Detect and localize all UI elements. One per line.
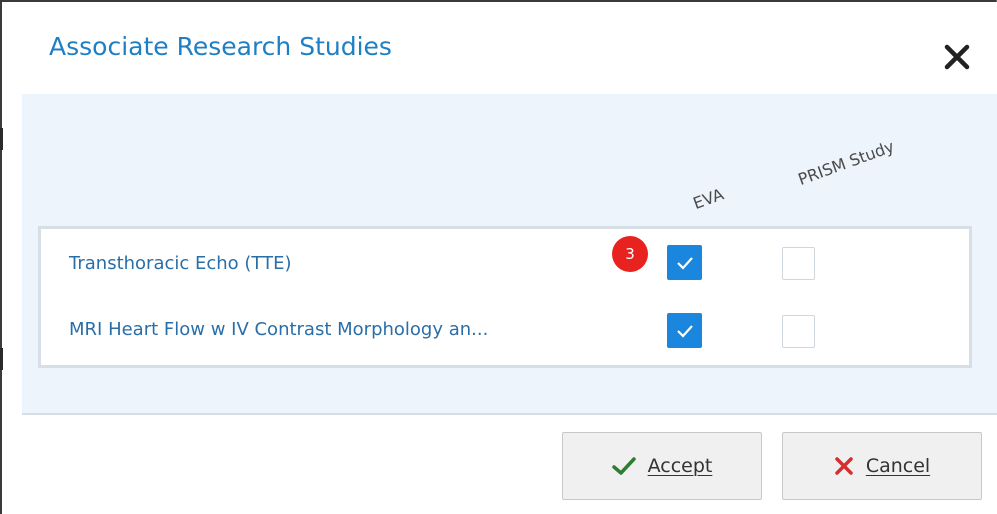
x-icon [834,456,854,476]
dialog-title: Associate Research Studies [49,32,392,61]
prism-study-checkbox[interactable] [782,247,815,280]
accept-button-label: Accept [647,455,713,477]
column-header-eva: EVA [690,184,727,213]
row-label: MRI Heart Flow w IV Contrast Morphology … [69,319,489,340]
table-row: Transthoracic Echo (TTE) 3 [41,229,969,295]
cancel-button-label: Cancel [865,455,931,477]
checkmark-icon [676,256,693,270]
eva-checkbox[interactable] [667,245,702,280]
dialog-title-bar: Associate Research Studies [22,2,997,94]
eva-checkbox[interactable] [667,313,702,348]
cancel-button[interactable]: Cancel [782,432,982,500]
background-edge-mark [0,348,3,370]
window-left-border [0,0,2,514]
checkmark-icon [611,456,636,476]
dialog-body: EVA PRISM Study Transthoracic Echo (TTE)… [22,94,997,415]
column-header-prism-study: PRISM Study [795,136,897,189]
table-row: MRI Heart Flow w IV Contrast Morphology … [41,297,969,363]
dialog-footer: Accept Cancel [22,415,997,514]
associate-research-studies-dialog: Associate Research Studies EVA PRISM Stu… [22,2,997,514]
accept-button[interactable]: Accept [562,432,762,500]
background-edge-mark [0,128,3,150]
checkmark-icon [676,324,693,338]
row-label: Transthoracic Echo (TTE) [69,253,292,274]
studies-grid: Transthoracic Echo (TTE) 3 MRI Heart Flo… [38,226,972,368]
count-badge: 3 [612,236,648,272]
close-icon[interactable] [942,42,972,72]
prism-study-checkbox[interactable] [782,315,815,348]
